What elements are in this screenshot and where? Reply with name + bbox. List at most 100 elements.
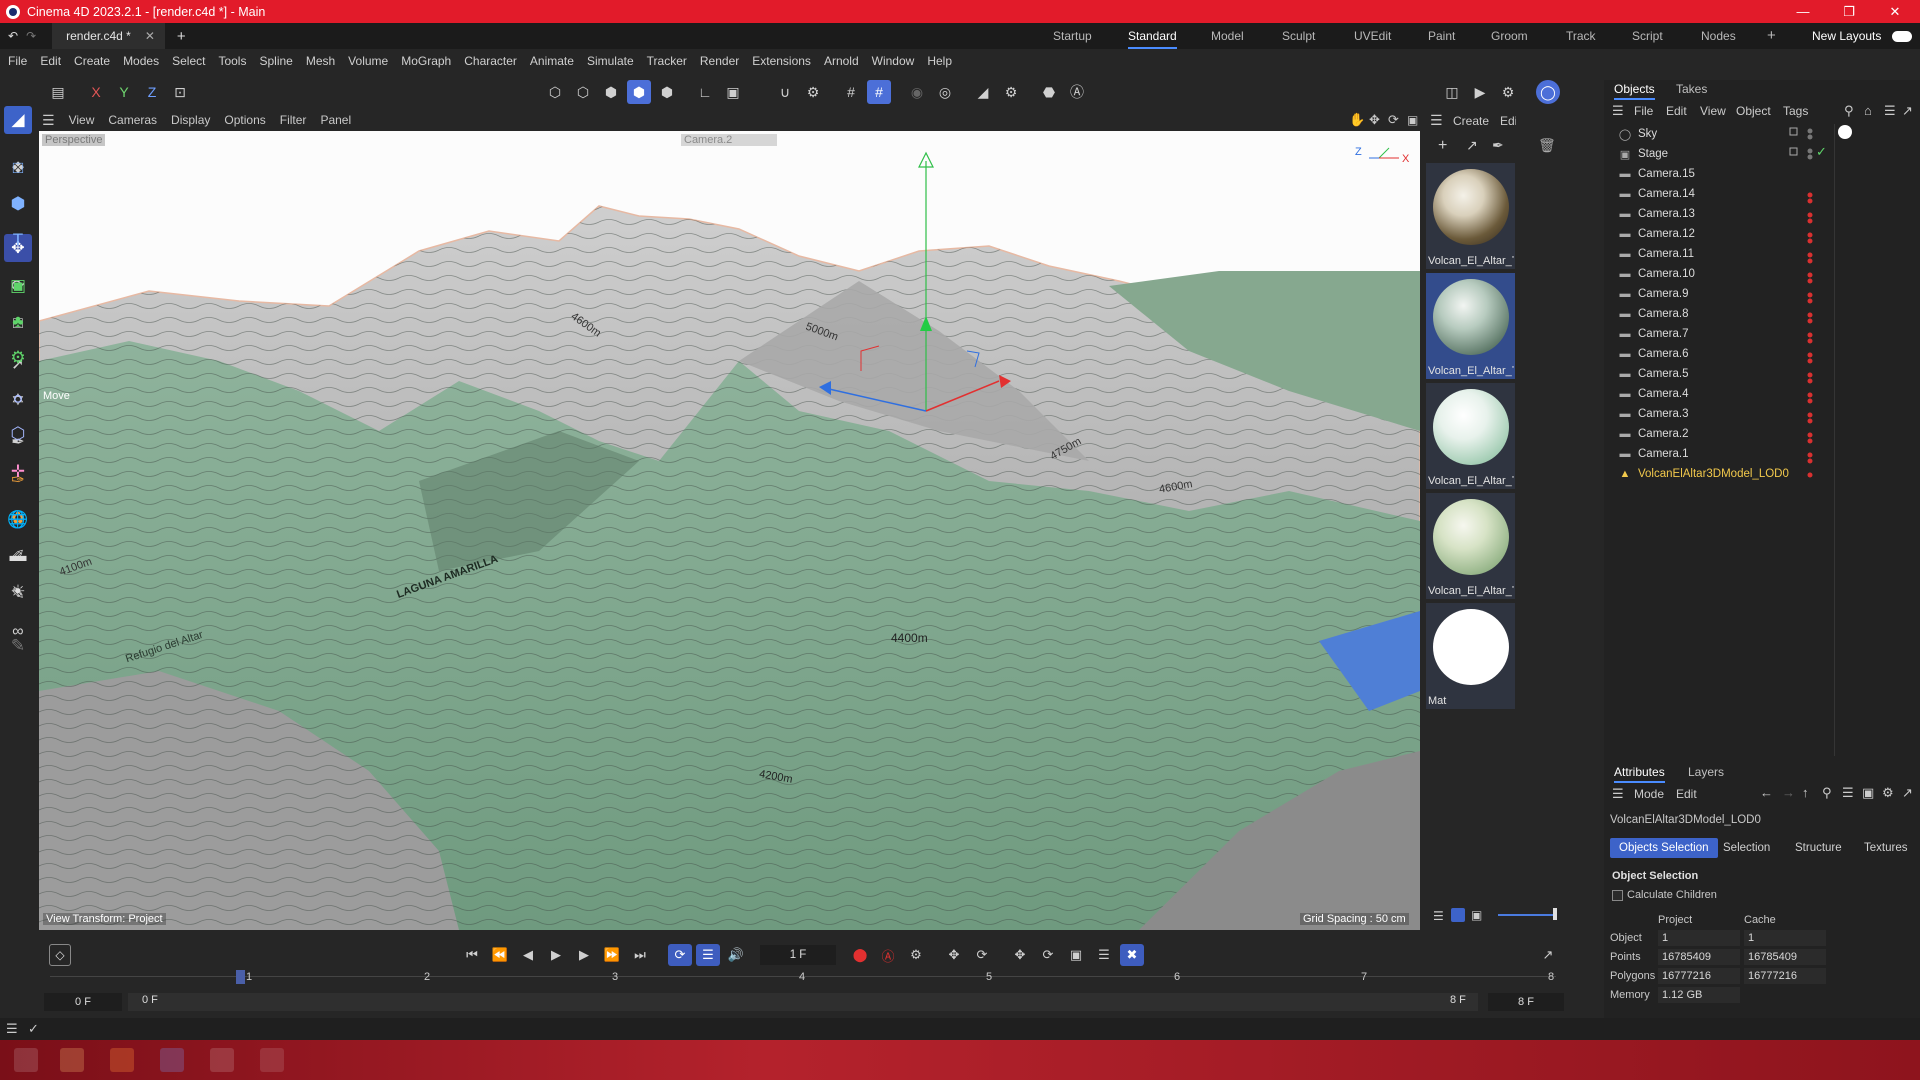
object-row-volcan-model[interactable]: ▲ VolcanElAltar3DModel_LOD0 (1618, 464, 1918, 484)
tag-icon[interactable]: ✎ (4, 632, 32, 660)
document-tab[interactable]: render.c4d * ✕ (52, 23, 165, 49)
coordinate-system-icon[interactable]: ⊡ (168, 80, 192, 104)
texture-mode-icon[interactable]: ▣ (721, 80, 745, 104)
loop-icon[interactable]: ⟳ (668, 944, 692, 966)
object-row-camera[interactable]: ▬ Camera.14 (1618, 184, 1918, 204)
edit-render-settings-icon[interactable]: ⚙ (1496, 80, 1520, 104)
close-tab-icon[interactable]: ✕ (145, 29, 155, 43)
up-arrow-icon[interactable]: ↑ (1802, 785, 1809, 800)
zoom-slider[interactable] (1498, 914, 1556, 916)
material-item[interactable]: Mat (1426, 603, 1515, 709)
redshift-icon[interactable]: ◯ (1536, 80, 1560, 104)
objects-menu-icon[interactable]: ☰ (1612, 103, 1624, 119)
render-to-picture-viewer-icon[interactable]: ▶ (1468, 80, 1492, 104)
minimize-icon[interactable]: — (1780, 0, 1826, 23)
material-item[interactable]: Volcan_El_Altar_Te (1426, 163, 1515, 269)
menu-window[interactable]: Window (872, 54, 915, 68)
axis-mode-icon[interactable]: ∟ (693, 80, 717, 104)
next-key-icon[interactable]: ⏩ (600, 944, 624, 966)
effector-icon[interactable]: ⚙ (4, 344, 32, 372)
pan-view-icon[interactable]: ✋ (1349, 112, 1365, 128)
grid-view-icon[interactable] (1451, 908, 1465, 922)
viewport-menu-filter[interactable]: Filter (280, 113, 307, 127)
material-item[interactable]: Volcan_El_Altar_Te (1426, 273, 1515, 379)
layout-tab-track[interactable]: Track (1566, 23, 1596, 49)
menu-file[interactable]: File (8, 54, 27, 68)
environment-icon[interactable]: 🌐 (4, 506, 32, 534)
menu-edit[interactable]: Edit (40, 54, 61, 68)
attributes-menu-icon[interactable]: ☰ (1612, 786, 1624, 802)
new-window-icon[interactable]: ↗ (1902, 785, 1913, 801)
key-position-icon[interactable]: ✥ (942, 944, 966, 966)
new-material-icon[interactable]: + (1438, 137, 1447, 155)
auto-mode-icon[interactable]: Ⓐ (1065, 80, 1089, 104)
close-icon[interactable]: ✕ (1872, 0, 1918, 23)
subdivision-icon[interactable]: ▣ (4, 272, 32, 300)
object-row-camera[interactable]: ▬ Camera.5 (1618, 364, 1918, 384)
model-mode-icon[interactable]: ▤ (46, 80, 70, 104)
object-row-camera[interactable]: ▬ Camera.15 (1618, 164, 1918, 184)
viewport-menu-icon[interactable]: ☰ (42, 112, 55, 129)
next-frame-icon[interactable]: ▶ (572, 944, 596, 966)
key-pla-icon[interactable]: ▣ (1064, 944, 1088, 966)
magnet-icon[interactable]: ∪ (773, 80, 797, 104)
menu-help[interactable]: Help (927, 54, 952, 68)
objects-menu-file[interactable]: File (1634, 104, 1653, 118)
filter-icon[interactable]: ☰ (1842, 785, 1854, 801)
undo-icon[interactable]: ↶ (8, 29, 18, 43)
tab-textures[interactable]: Textures (1855, 838, 1916, 858)
viewport-menu-display[interactable]: Display (171, 113, 210, 127)
layout-tab-script[interactable]: Script (1632, 23, 1663, 49)
soft-selection-icon[interactable]: ⚙ (801, 80, 825, 104)
large-view-icon[interactable]: ▣ (1471, 908, 1482, 922)
layout-tab-startup[interactable]: Startup (1053, 23, 1092, 49)
objects-menu-tags[interactable]: Tags (1783, 104, 1808, 118)
layout-tab-nodes[interactable]: Nodes (1701, 23, 1736, 49)
tab-objects-selection[interactable]: Objects Selection (1610, 838, 1718, 858)
keyframe-icon[interactable]: ◇ (49, 944, 71, 966)
new-window-icon[interactable]: ↗ (1902, 103, 1913, 119)
render-region-icon[interactable]: ⬣ (1037, 80, 1061, 104)
preview-range-bar[interactable]: 0 F 8 F (128, 993, 1478, 1011)
back-arrow-icon[interactable]: ← (1760, 785, 1773, 800)
menu-tools[interactable]: Tools (218, 54, 246, 68)
layout-tab-uvedit[interactable]: UVEdit (1354, 23, 1391, 49)
add-layout-icon[interactable]: + (1767, 23, 1776, 49)
object-row-camera[interactable]: ▬ Camera.4 (1618, 384, 1918, 404)
lock-icon[interactable]: ▣ (1862, 785, 1874, 801)
key-all-icon[interactable]: ✖ (1120, 944, 1144, 966)
playback-rate-icon[interactable]: ☰ (696, 944, 720, 966)
search-icon[interactable]: ⚲ (1822, 785, 1832, 801)
polygons-mode-icon[interactable]: ⬢ (599, 80, 623, 104)
settings-icon[interactable]: ⚙ (1882, 785, 1894, 801)
viewport-name-label[interactable]: Perspective (42, 134, 106, 146)
taskbar-app-icon[interactable] (14, 1048, 38, 1072)
arrow-icon[interactable]: ↗ (1466, 137, 1478, 154)
lock-z-button[interactable]: Z (140, 80, 164, 104)
material-menu-create[interactable]: Create (1453, 114, 1489, 128)
eyedropper-icon[interactable]: ✒ (1492, 137, 1504, 154)
record-icon[interactable]: ⬤ (848, 944, 872, 966)
view-layout-icon[interactable]: ◢ (4, 106, 32, 134)
object-row-camera[interactable]: ▬ Camera.6 (1618, 344, 1918, 364)
tab-attributes[interactable]: Attributes (1614, 761, 1665, 783)
field-icon[interactable]: ⬡ (4, 420, 32, 448)
plane-object-icon[interactable]: □ (4, 154, 32, 182)
calculate-children-checkbox[interactable] (1612, 890, 1623, 901)
taskbar-app-icon[interactable] (260, 1048, 284, 1072)
go-to-end-icon[interactable]: ⏭ (628, 944, 652, 966)
object-row-camera[interactable]: ▬ Camera.3 (1618, 404, 1918, 424)
workplane-icon[interactable]: ◉ (905, 80, 929, 104)
sound-icon[interactable]: 🔊 (724, 944, 748, 966)
move-view-icon[interactable]: ✥ (1369, 112, 1380, 128)
material-menu-edit[interactable]: Edit (1500, 114, 1516, 128)
snap-settings-icon[interactable]: # (867, 80, 891, 104)
go-to-start-icon[interactable]: ⏮ (460, 944, 484, 966)
redo-icon[interactable]: ↷ (26, 29, 36, 43)
menu-tracker[interactable]: Tracker (647, 54, 687, 68)
cube-object-icon[interactable]: ⬢ (4, 190, 32, 218)
taskbar-app-icon[interactable] (160, 1048, 184, 1072)
taskbar-app-icon[interactable] (110, 1048, 134, 1072)
add-tab-icon[interactable]: + (177, 28, 186, 45)
tab-takes[interactable]: Takes (1676, 78, 1707, 100)
